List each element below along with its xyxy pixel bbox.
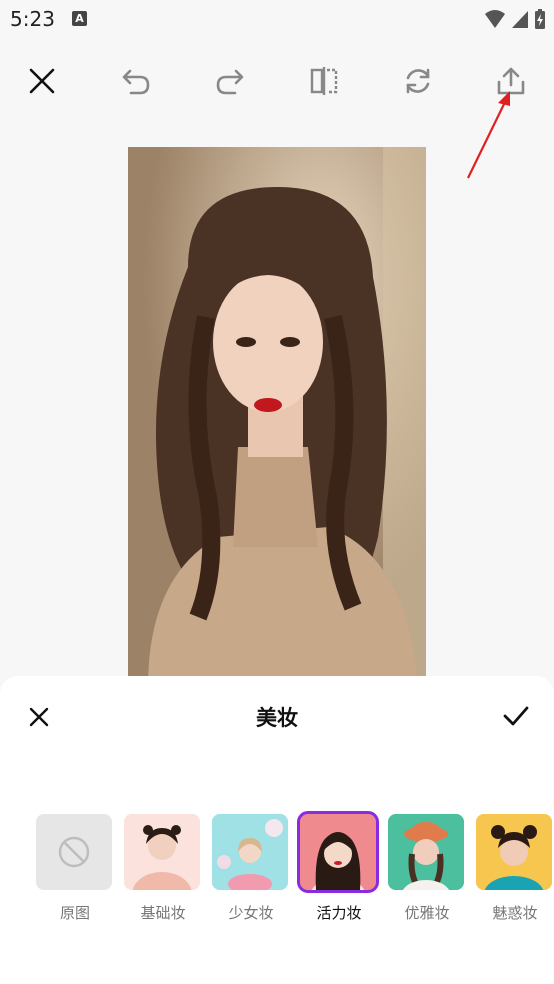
close-button[interactable] [18, 55, 66, 107]
style-thumbnail [388, 814, 464, 890]
close-icon [29, 68, 55, 94]
none-icon [58, 836, 90, 868]
undo-icon [122, 69, 150, 95]
check-icon [503, 706, 529, 726]
redo-button[interactable] [206, 55, 254, 107]
panel-title: 美妆 [256, 706, 298, 730]
model-thumbnail-illustration [212, 814, 288, 890]
status-time: 5:23 [10, 7, 55, 31]
makeup-panel: 美妆 原图 基础妆 少女妆 活力妆 优雅妆 魅惑妆 [0, 676, 554, 984]
rotate-button[interactable] [394, 55, 442, 107]
editor-toolbar [0, 55, 554, 107]
style-thumbnail [212, 814, 288, 890]
style-label: 活力妆 [316, 904, 362, 922]
style-label: 魅惑妆 [492, 904, 538, 922]
style-thumbnail [36, 814, 112, 890]
style-label: 基础妆 [140, 904, 186, 922]
undo-button[interactable] [112, 55, 160, 107]
compare-button[interactable] [300, 55, 348, 107]
style-vibrant[interactable]: 活力妆 [297, 811, 379, 923]
model-thumbnail-illustration [388, 814, 464, 890]
confirm-button[interactable] [496, 696, 536, 736]
portrait-illustration [128, 147, 426, 687]
style-label: 原图 [59, 904, 90, 922]
edited-photo [128, 147, 426, 687]
redo-icon [216, 69, 244, 95]
style-basic[interactable]: 基础妆 [124, 814, 202, 923]
style-elegant[interactable]: 优雅妆 [388, 814, 466, 923]
model-thumbnail-illustration [300, 814, 376, 890]
style-girlish[interactable]: 少女妆 [212, 814, 290, 923]
wifi-icon [485, 10, 505, 28]
compare-icon [310, 67, 338, 95]
style-thumbnail [297, 811, 379, 893]
battery-icon [535, 9, 545, 29]
signal-icon [512, 11, 528, 28]
style-label: 优雅妆 [404, 904, 450, 922]
rotate-icon [406, 68, 430, 94]
style-thumbnail [124, 814, 200, 890]
status-icons [484, 8, 546, 30]
style-original[interactable]: 原图 [36, 814, 114, 923]
model-thumbnail-illustration [124, 814, 200, 890]
notification-a-icon: A [72, 11, 87, 26]
style-thumbnail [476, 814, 552, 890]
style-label: 少女妆 [228, 904, 274, 922]
status-bar: 5:23 A [0, 0, 554, 38]
model-thumbnail-illustration [476, 814, 552, 890]
makeup-style-list: 原图 基础妆 少女妆 活力妆 优雅妆 魅惑妆 [36, 811, 554, 934]
share-upload-icon [497, 67, 525, 95]
style-alluring[interactable]: 魅惑妆 [476, 814, 554, 923]
share-button[interactable] [487, 55, 535, 107]
